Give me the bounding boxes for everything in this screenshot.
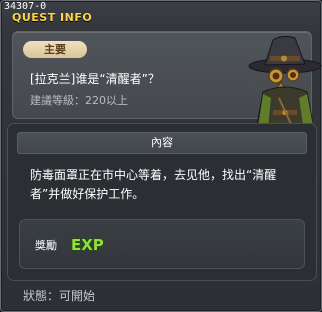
content-header: 內容 <box>17 132 307 154</box>
quest-content-panel: 內容 防毒面罩正在市中心等着，去见他，找出“清醒者”并做好保护工作。 獎勵 EX… <box>7 123 317 281</box>
reward-box: 獎勵 EXP <box>19 219 305 269</box>
quest-type-badge: 主要 <box>23 41 87 58</box>
quest-description: 防毒面罩正在市中心等着，去见他，找出“清醒者”并做好保护工作。 <box>30 168 277 201</box>
quest-status: 狀態：可開始 <box>23 289 96 303</box>
window-title: QUEST INFO <box>12 11 93 24</box>
exp-reward-icon[interactable]: EXP <box>68 231 108 257</box>
quest-summary-panel: 主要 [拉克兰]谁是“清醒者”？ 建議等級：220以上 <box>12 31 322 141</box>
level-requirement: 建議等級：220以上 <box>30 94 128 107</box>
quest-info-window: 34307-0 QUEST INFO 主要 [拉克兰]谁是“清醒者”？ 建議等級… <box>0 0 322 312</box>
exp-text: EXP <box>71 236 104 254</box>
quest-name: [拉克兰]谁是“清醒者”？ <box>30 72 160 86</box>
reward-label: 獎勵 <box>35 239 57 252</box>
